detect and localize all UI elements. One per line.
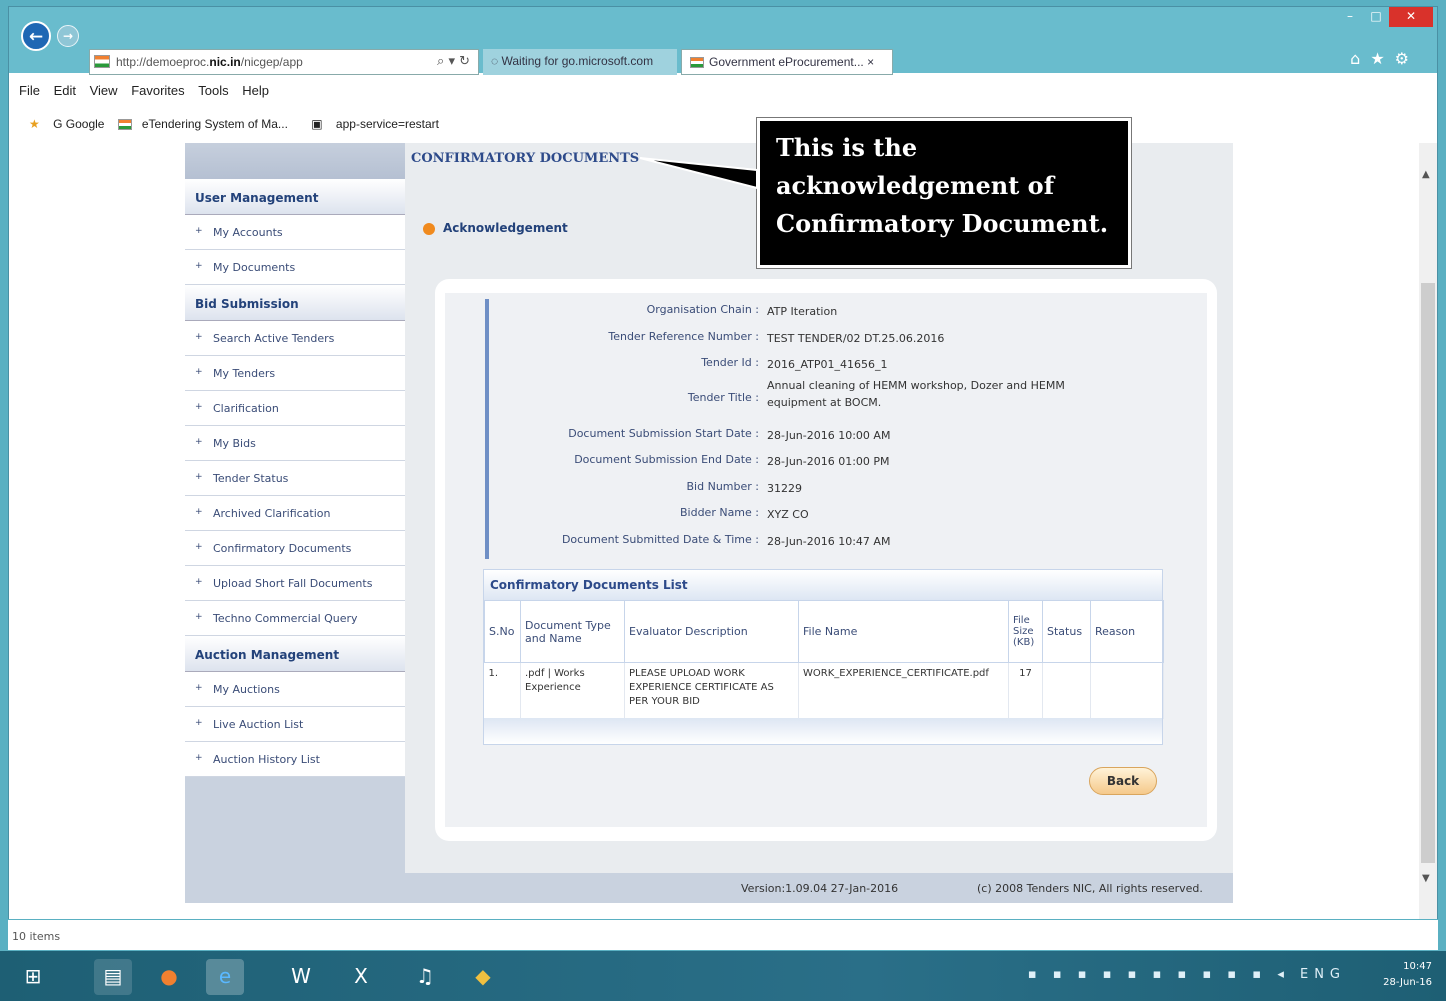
excel-icon[interactable]: X <box>342 959 380 995</box>
clock-time: 10:47 <box>1403 961 1432 972</box>
system-tray: ▪ ▪ ▪ ▪ ▪ ▪ ▪ ▪ ▪ ▪ ◂ ENG <box>1028 967 1346 982</box>
status-text: 10 items <box>12 930 61 943</box>
callout-pointer-shape <box>639 157 758 190</box>
stack-app-icon[interactable]: ◆ <box>464 959 502 995</box>
firefox-icon[interactable]: ● <box>150 959 188 995</box>
language-indicator[interactable]: ENG <box>1300 967 1346 982</box>
system-clock[interactable]: 10:47 28-Jun-16 <box>1383 959 1432 991</box>
headset-icon[interactable]: ♫ <box>406 959 444 995</box>
windows-start-icon[interactable]: ⊞ <box>14 959 52 995</box>
callout-pointer <box>639 157 758 190</box>
status-bar: 10 items <box>8 920 1438 950</box>
file-explorer-icon[interactable]: ▤ <box>94 959 132 995</box>
tray-icons[interactable]: ▪ ▪ ▪ ▪ ▪ ▪ ▪ ▪ ▪ ▪ ◂ <box>1028 967 1300 982</box>
taskbar: ⊞ ▤ ● e W X ♫ ◆ ▪ ▪ ▪ ▪ ▪ ▪ ▪ ▪ ▪ ▪ ◂ EN… <box>0 951 1446 1001</box>
internet-explorer-icon[interactable]: e <box>206 959 244 995</box>
clock-date: 28-Jun-16 <box>1383 977 1432 988</box>
word-icon[interactable]: W <box>282 959 320 995</box>
